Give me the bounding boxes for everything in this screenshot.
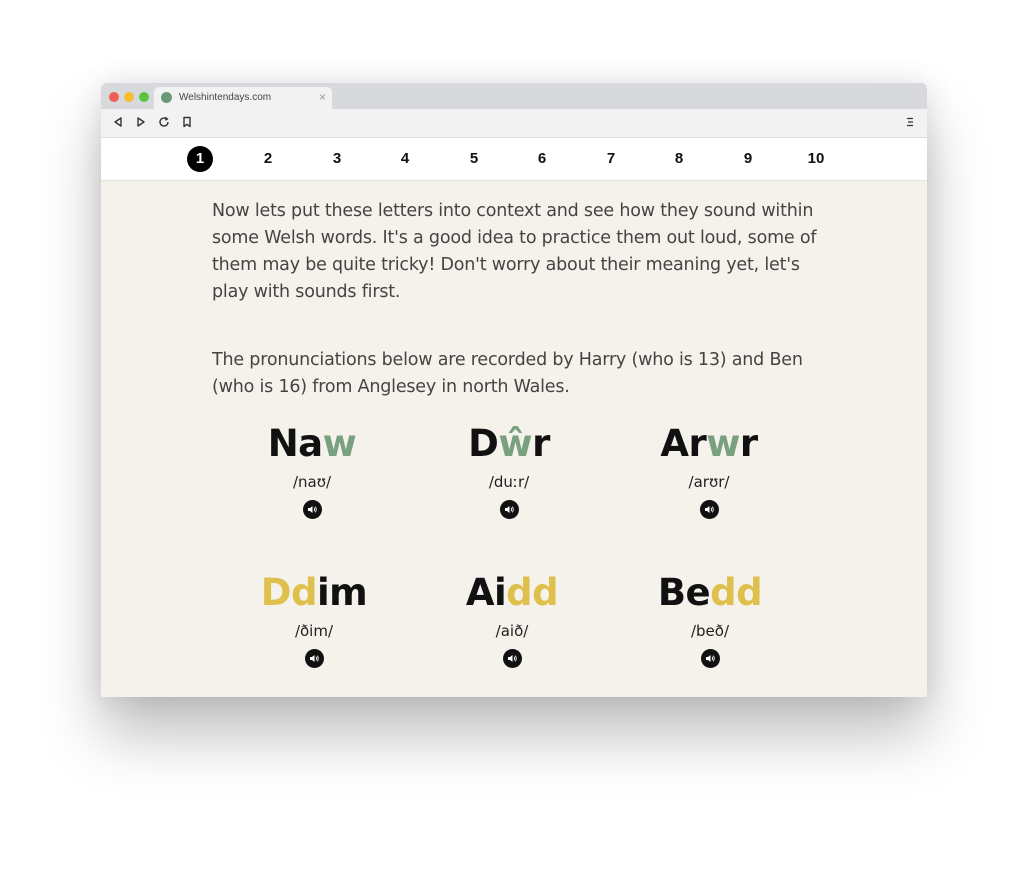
speaker-icon [704, 506, 714, 513]
browser-window: Welshintendays.com × 1 2 3 4 5 6 7 8 9 1… [101, 83, 927, 697]
nav-item-9[interactable]: 9 [735, 146, 761, 172]
play-audio-button[interactable] [302, 500, 322, 519]
word-card-aidd: Aidd /aið/ [412, 572, 612, 668]
nav-item-2[interactable]: 2 [255, 146, 281, 172]
word-part: im [316, 571, 368, 614]
nav-item-4[interactable]: 4 [392, 146, 418, 172]
nav-item-7[interactable]: 7 [598, 146, 624, 172]
ipa-transcription: /arʊr/ [688, 473, 730, 491]
play-audio-button[interactable] [499, 500, 519, 519]
menu-icon[interactable] [903, 115, 917, 129]
tab-title: Welshintendays.com [179, 92, 272, 103]
ipa-transcription: /duːr/ [488, 473, 530, 491]
word-part: D [468, 422, 499, 465]
word-card-naw: Naw /naʊ/ [212, 423, 412, 519]
nav-item-6[interactable]: 6 [529, 146, 555, 172]
tab-close-icon[interactable]: × [319, 90, 326, 104]
nav-item-10[interactable]: 10 [801, 146, 831, 172]
word-card-dwr: Dŵr /duːr/ [409, 423, 609, 519]
close-window-button[interactable] [109, 92, 119, 102]
nav-item-1[interactable]: 1 [187, 146, 213, 172]
word-part: Ai [465, 571, 507, 614]
word: Aidd [412, 572, 612, 614]
lesson-nav: 1 2 3 4 5 6 7 8 9 10 [101, 138, 927, 181]
ipa-transcription: /ðim/ [294, 622, 334, 640]
word-part: Be [657, 571, 711, 614]
nav-item-3[interactable]: 3 [324, 146, 350, 172]
reload-icon[interactable] [157, 115, 171, 129]
speaker-icon [705, 655, 715, 662]
nav-item-8[interactable]: 8 [666, 146, 692, 172]
word: Naw [212, 423, 412, 465]
word-part: r [739, 422, 758, 465]
browser-tab[interactable]: Welshintendays.com × [154, 87, 332, 109]
recording-note: The pronunciations below are recorded by… [212, 350, 803, 397]
word-part: r [532, 422, 550, 465]
minimize-window-button[interactable] [124, 92, 134, 102]
play-audio-button[interactable] [304, 649, 324, 668]
ipa-transcription: /aið/ [495, 622, 529, 640]
speaker-icon [507, 655, 517, 662]
word-highlight: Dd [260, 571, 318, 614]
intro-paragraph: Now lets put these letters into context … [212, 201, 817, 302]
speaker-icon [309, 655, 319, 662]
play-audio-button[interactable] [699, 500, 719, 519]
speaker-icon [504, 506, 514, 513]
back-icon[interactable] [111, 115, 125, 129]
forward-icon[interactable] [134, 115, 148, 129]
play-audio-button[interactable] [502, 649, 522, 668]
browser-toolbar [101, 109, 927, 138]
word: Dŵr [409, 423, 609, 465]
word-highlight: w [322, 422, 357, 465]
word-card-bedd: Bedd /beð/ [610, 572, 810, 668]
word-part: Na [267, 422, 323, 465]
word-part: Ar [660, 422, 707, 465]
ipa-transcription: /beð/ [690, 622, 730, 640]
play-audio-button[interactable] [700, 649, 720, 668]
ipa-transcription: /naʊ/ [292, 473, 332, 491]
maximize-window-button[interactable] [139, 92, 149, 102]
speaker-icon [307, 506, 317, 513]
word-highlight: dd [710, 571, 763, 614]
word-highlight: w [706, 422, 740, 465]
intro-text: Now lets put these letters into context … [212, 198, 822, 401]
word-card-arwr: Arwr /arʊr/ [609, 423, 809, 519]
word-highlight: ŵ [498, 422, 533, 465]
favicon-icon [161, 92, 172, 103]
bookmark-icon[interactable] [180, 115, 194, 129]
word-card-ddim: Ddim /ðim/ [214, 572, 414, 668]
word: Arwr [609, 423, 809, 465]
nav-item-5[interactable]: 5 [461, 146, 487, 172]
word-highlight: dd [506, 571, 559, 614]
word: Ddim [214, 572, 414, 614]
tab-strip: Welshintendays.com × [101, 83, 927, 109]
word: Bedd [610, 572, 810, 614]
